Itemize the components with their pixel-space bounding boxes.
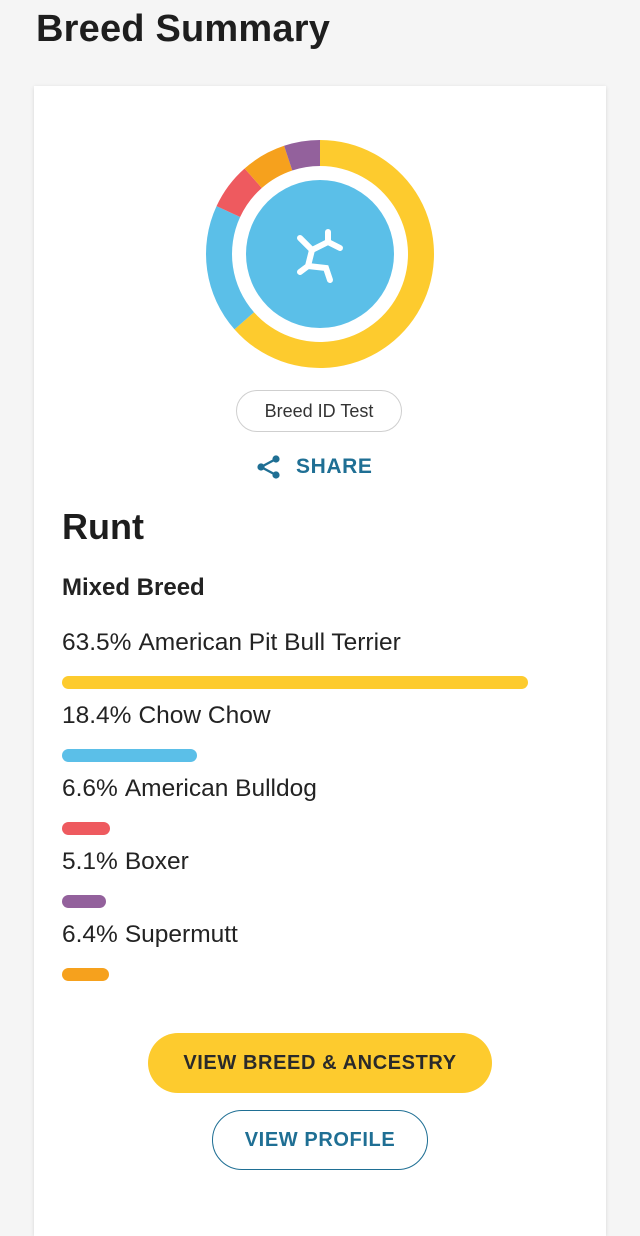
breed-row: 6.6% American Bulldog [62, 772, 582, 845]
breed-name: American Pit Bull Terrier [138, 629, 401, 656]
breed-percent: 5.1% [62, 848, 118, 875]
breed-row: 63.5% American Pit Bull Terrier [62, 626, 582, 699]
breed-list: 63.5% American Pit Bull Terrier 18.4% Chow… [62, 626, 582, 991]
view-profile-button[interactable]: VIEW PROFILE [212, 1110, 428, 1170]
breed-percent: 18.4% [62, 702, 132, 729]
breed-row: 18.4% Chow Chow [62, 699, 582, 772]
page-title: Breed Summary [36, 8, 331, 50]
donut-segment [206, 206, 254, 330]
breed-name: American Bulldog [124, 775, 317, 802]
breed-row: 6.4% Supermutt [62, 918, 582, 991]
breed-name: Chow Chow [138, 702, 271, 729]
view-breed-ancestry-button[interactable]: VIEW BREED & ANCESTRY [148, 1033, 492, 1093]
breed-bar [62, 968, 109, 981]
breed-donut-chart [204, 138, 436, 370]
breed-bar [62, 676, 528, 689]
donut-center [246, 180, 394, 328]
breed-donut-svg [206, 140, 434, 368]
breed-type: Mixed Breed [62, 574, 205, 601]
breed-percent: 6.4% [62, 921, 118, 948]
breed-percent: 6.6% [62, 775, 118, 802]
breed-summary-card: Breed ID Test SHARE Runt Mixed Breed 63.… [34, 86, 606, 1236]
share-label: SHARE [296, 455, 373, 478]
breed-row: 5.1% Boxer [62, 845, 582, 918]
test-type-chip: Breed ID Test [236, 390, 402, 432]
breed-name: Boxer [124, 848, 189, 875]
breed-name: Supermutt [124, 921, 238, 948]
share-icon [257, 455, 280, 479]
breed-bar [62, 895, 106, 908]
dog-name: Runt [62, 506, 144, 547]
share-button[interactable]: SHARE [256, 450, 373, 484]
breed-percent: 63.5% [62, 629, 132, 656]
breed-bar [62, 822, 111, 835]
breed-bar [62, 749, 198, 762]
